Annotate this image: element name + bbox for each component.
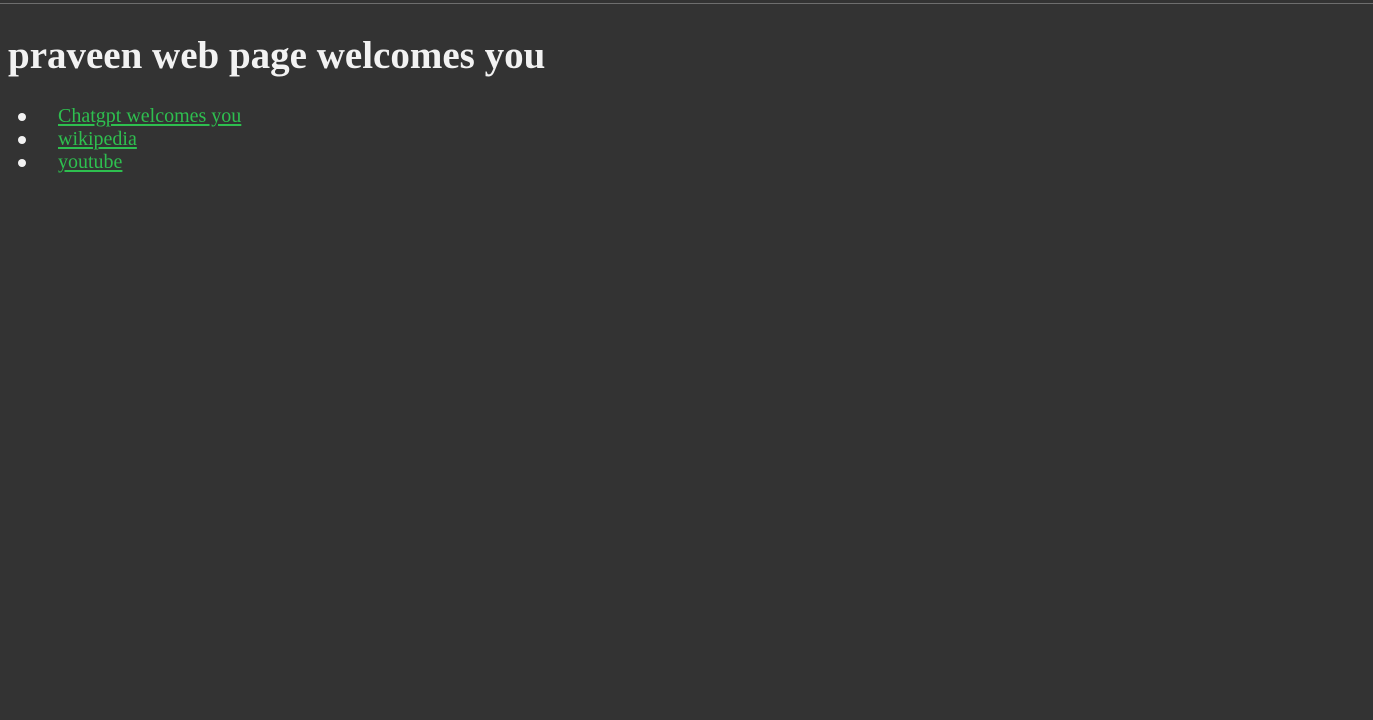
link-list: Chatgpt welcomes you wikipedia youtube <box>18 105 241 174</box>
top-divider <box>0 3 1373 4</box>
chatgpt-link[interactable]: Chatgpt welcomes you <box>58 105 241 128</box>
bullet-icon <box>18 135 26 144</box>
bullet-icon <box>18 158 26 167</box>
list-item: youtube <box>18 151 241 174</box>
list-item: Chatgpt welcomes you <box>18 105 241 128</box>
bullet-icon <box>18 112 26 121</box>
page-title: praveen web page welcomes you <box>8 34 546 77</box>
youtube-link[interactable]: youtube <box>58 151 122 174</box>
wikipedia-link[interactable]: wikipedia <box>58 128 137 151</box>
list-item: wikipedia <box>18 128 241 151</box>
